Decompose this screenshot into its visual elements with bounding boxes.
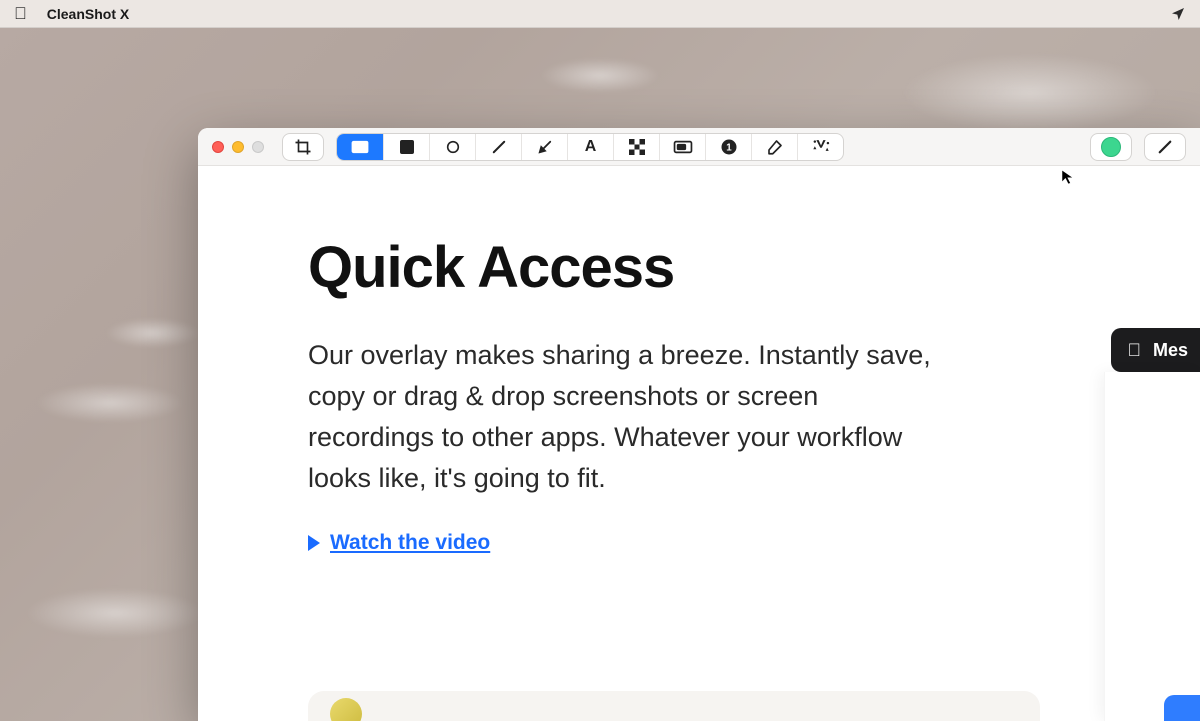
ellipse-tool[interactable] xyxy=(429,134,475,160)
minimize-button[interactable] xyxy=(232,141,244,153)
window-titlebar: A 1 xyxy=(198,128,1200,166)
testimonial-card xyxy=(308,691,1040,721)
color-swatch-icon xyxy=(1101,137,1121,157)
page-heading: Quick Access xyxy=(308,234,1200,301)
highlight-tool[interactable] xyxy=(659,134,705,160)
close-button[interactable] xyxy=(212,141,224,153)
apple-logo-icon:  xyxy=(1127,340,1141,361)
macos-menubar:  CleanShot X xyxy=(0,0,1200,28)
editor-canvas[interactable]: Quick Access Our overlay makes sharing a… xyxy=(198,166,1200,721)
counter-tool[interactable]: 1 xyxy=(705,134,751,160)
location-services-icon[interactable] xyxy=(1170,6,1186,22)
window-controls xyxy=(212,141,264,153)
watch-video-link[interactable]: Watch the video xyxy=(308,531,490,555)
toolbar-stroke-picker[interactable] xyxy=(1144,133,1186,161)
toolbar-crop-group xyxy=(282,133,324,161)
toolbar-annotation-tools: A 1 xyxy=(336,133,844,161)
zoom-button[interactable] xyxy=(252,141,264,153)
active-app-name[interactable]: CleanShot X xyxy=(47,6,129,22)
share-overlay-label: Mes xyxy=(1153,340,1188,361)
text-tool-icon: A xyxy=(585,138,597,156)
share-overlay-body xyxy=(1104,372,1200,721)
arrow-tool[interactable] xyxy=(521,134,567,160)
crop-tool[interactable] xyxy=(283,134,323,160)
share-overlay-action[interactable] xyxy=(1164,695,1200,721)
toolbar-color-picker[interactable] xyxy=(1090,133,1132,161)
auto-annotate-tool[interactable] xyxy=(797,134,843,160)
desktop-wallpaper: A 1 xyxy=(0,28,1200,721)
share-overlay-tab[interactable]:  Mes xyxy=(1111,328,1200,372)
filled-square-tool[interactable] xyxy=(383,134,429,160)
watch-video-label: Watch the video xyxy=(330,531,490,555)
page-body-text: Our overlay makes sharing a breeze. Inst… xyxy=(308,335,948,499)
marker-tool[interactable] xyxy=(751,134,797,160)
text-tool[interactable]: A xyxy=(567,134,613,160)
testimonial-avatar xyxy=(330,698,362,721)
line-tool[interactable] xyxy=(475,134,521,160)
apple-menu-icon[interactable]:  xyxy=(14,5,27,22)
rectangle-tool[interactable] xyxy=(337,134,383,160)
play-icon xyxy=(308,535,320,551)
cleanshot-editor-window: A 1 xyxy=(198,128,1200,721)
svg-text:1: 1 xyxy=(726,142,732,153)
pixelate-tool[interactable] xyxy=(613,134,659,160)
